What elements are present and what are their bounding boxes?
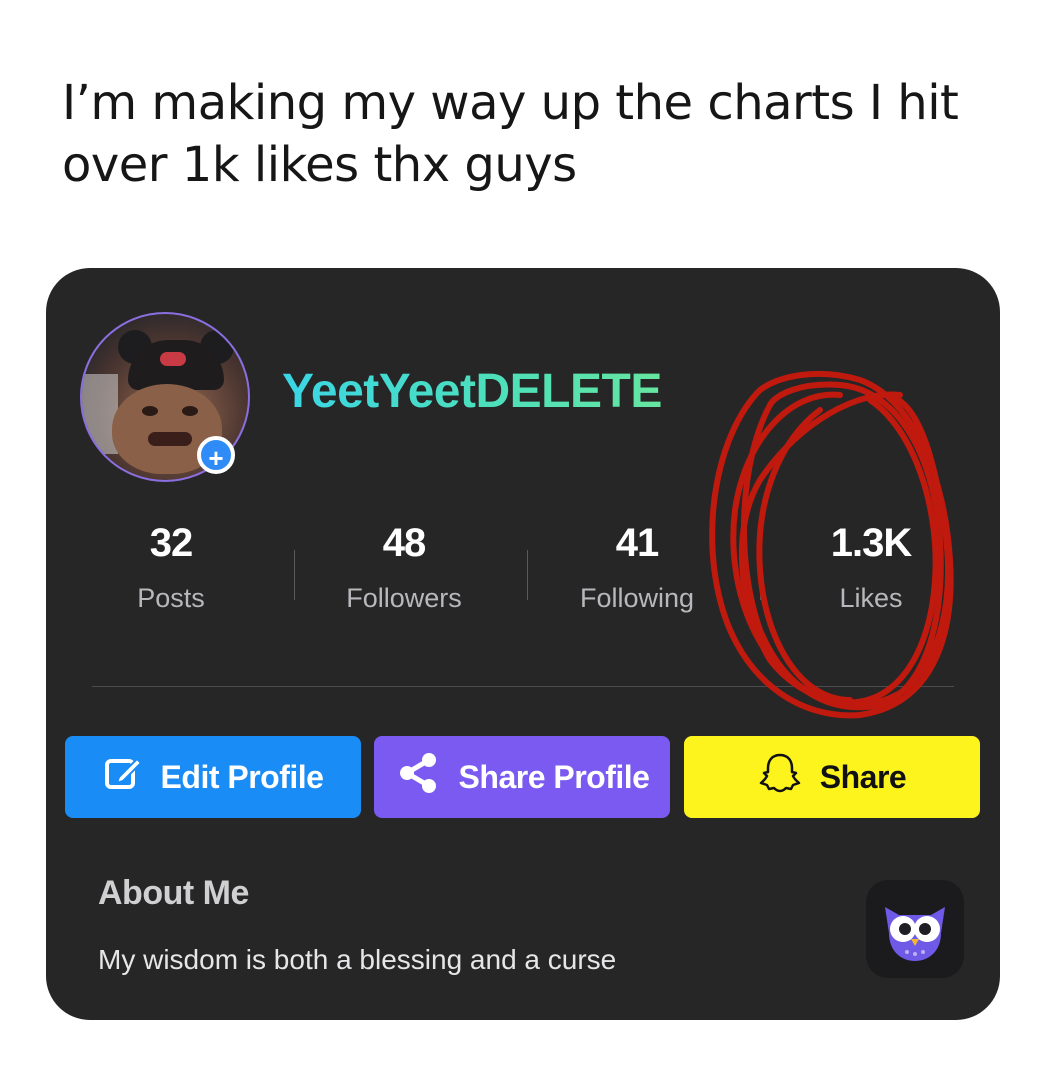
stat-posts-value: 32 [149,521,194,565]
avatar-eye-right [182,406,198,416]
stats-row: 32 Posts 48 Followers 41 Following 1.3K … [46,513,1000,633]
share-nodes-icon [395,750,441,804]
username: YeetYeetDELETE [282,365,662,418]
stat-divider [527,550,528,600]
stat-posts-label: Posts [137,583,205,613]
avatar-hat-bow [160,352,186,366]
stat-followers[interactable]: 48 Followers [289,513,519,614]
owl-app-icon[interactable] [866,880,964,978]
snapchat-ghost-icon [758,751,802,803]
owl-icon [885,907,945,961]
share-profile-button[interactable]: Share Profile [374,736,670,818]
edit-profile-label: Edit Profile [160,758,324,795]
about-me-text: My wisdom is both a blessing and a curse [98,944,617,975]
avatar-mouth [148,432,192,446]
stat-followers-label: Followers [346,583,462,613]
edit-profile-button[interactable]: Edit Profile [65,736,361,818]
stat-following-label: Following [579,583,695,613]
stat-following[interactable]: 41 Following [522,513,752,614]
stat-likes[interactable]: 1.3K Likes [756,513,986,614]
avatar-container[interactable]: + [80,312,250,482]
add-avatar-button[interactable]: + [197,436,235,474]
share-profile-label: Share Profile [458,758,650,795]
about-me-title: About Me [98,874,249,912]
pencil-square-icon [103,753,143,801]
snapchat-share-button[interactable]: Share [684,736,980,818]
share-label: Share [819,758,907,795]
profile-card: + YeetYeetDELETE 32 Posts 48 Followers 4… [46,268,1000,1020]
stat-divider [294,550,295,600]
meme-caption: I’m making my way up the charts I hit ov… [62,75,959,193]
stat-likes-label: Likes [839,583,903,613]
stat-likes-value: 1.3K [830,521,913,565]
avatar-eye-left [142,406,158,416]
section-divider [92,686,954,687]
stat-divider [760,550,761,600]
stat-following-value: 41 [615,521,660,565]
stat-followers-value: 48 [382,521,427,565]
stat-posts[interactable]: 32 Posts [56,513,286,614]
